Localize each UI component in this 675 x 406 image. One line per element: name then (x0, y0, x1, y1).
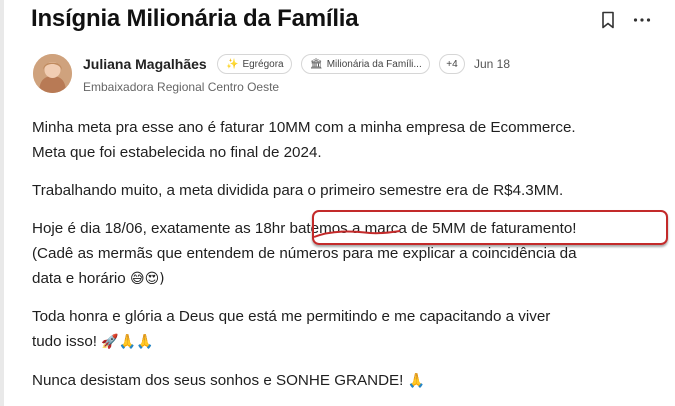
annotation-underline (313, 230, 401, 238)
post-actions (598, 9, 652, 31)
text-line: Trabalhando muito, a meta dividida para … (32, 182, 564, 199)
paragraph: Toda honra e glória a Deus que está me p… (32, 304, 550, 355)
badge-egregora[interactable]: ✨ Egrégora (217, 54, 292, 74)
text-span: tudo isso! (32, 333, 98, 350)
post-date: Jun 18 (474, 57, 511, 71)
emoji-group: 🙏 (407, 373, 426, 389)
badge-milionaria[interactable]: 🏛 Milionária da Famíli... (301, 54, 430, 74)
badge-label: Milionária da Famíli... (326, 58, 422, 70)
building-icon: 🏛 (310, 58, 323, 70)
avatar[interactable] (33, 54, 72, 93)
emoji-group: 😅😍) (129, 271, 165, 287)
text-line: Meta que foi estabelecida no final de 20… (32, 144, 322, 161)
text-line: Toda honra e glória a Deus que está me p… (32, 308, 551, 325)
text-span: data e horário (32, 270, 126, 287)
more-horizontal-icon[interactable] (632, 9, 652, 31)
text-line: tudo isso! 🚀🙏🙏 (32, 329, 550, 355)
post-title: Insígnia Milionária da Família (31, 5, 359, 32)
sparkles-icon: ✨ (226, 58, 239, 70)
bookmark-icon[interactable] (598, 9, 618, 31)
text-span: Nunca desistam dos seus sonhos e SONHE G… (32, 372, 404, 389)
text-line: Nunca desistam dos seus sonhos e SONHE G… (32, 368, 425, 394)
text-line: data e horário 😅😍) (32, 266, 577, 292)
badge-label: Egrégora (242, 58, 284, 70)
left-border (0, 0, 4, 406)
paragraph: Trabalhando muito, a meta dividida para … (32, 178, 563, 203)
author-subtitle: Embaixadora Regional Centro Oeste (83, 80, 280, 94)
text-line: Minha meta pra esse ano é faturar 10MM c… (32, 119, 576, 136)
more-badges-chip[interactable]: +4 (439, 54, 465, 74)
text-span: Hoje é dia 18/06, exatamente as 18hr (32, 220, 290, 237)
author-name[interactable]: Juliana Magalhães (83, 56, 207, 72)
paragraph: Nunca desistam dos seus sonhos e SONHE G… (32, 368, 425, 394)
paragraph: Minha meta pra esse ano é faturar 10MM c… (32, 115, 576, 165)
emoji-group: 🚀🙏🙏 (101, 334, 154, 350)
